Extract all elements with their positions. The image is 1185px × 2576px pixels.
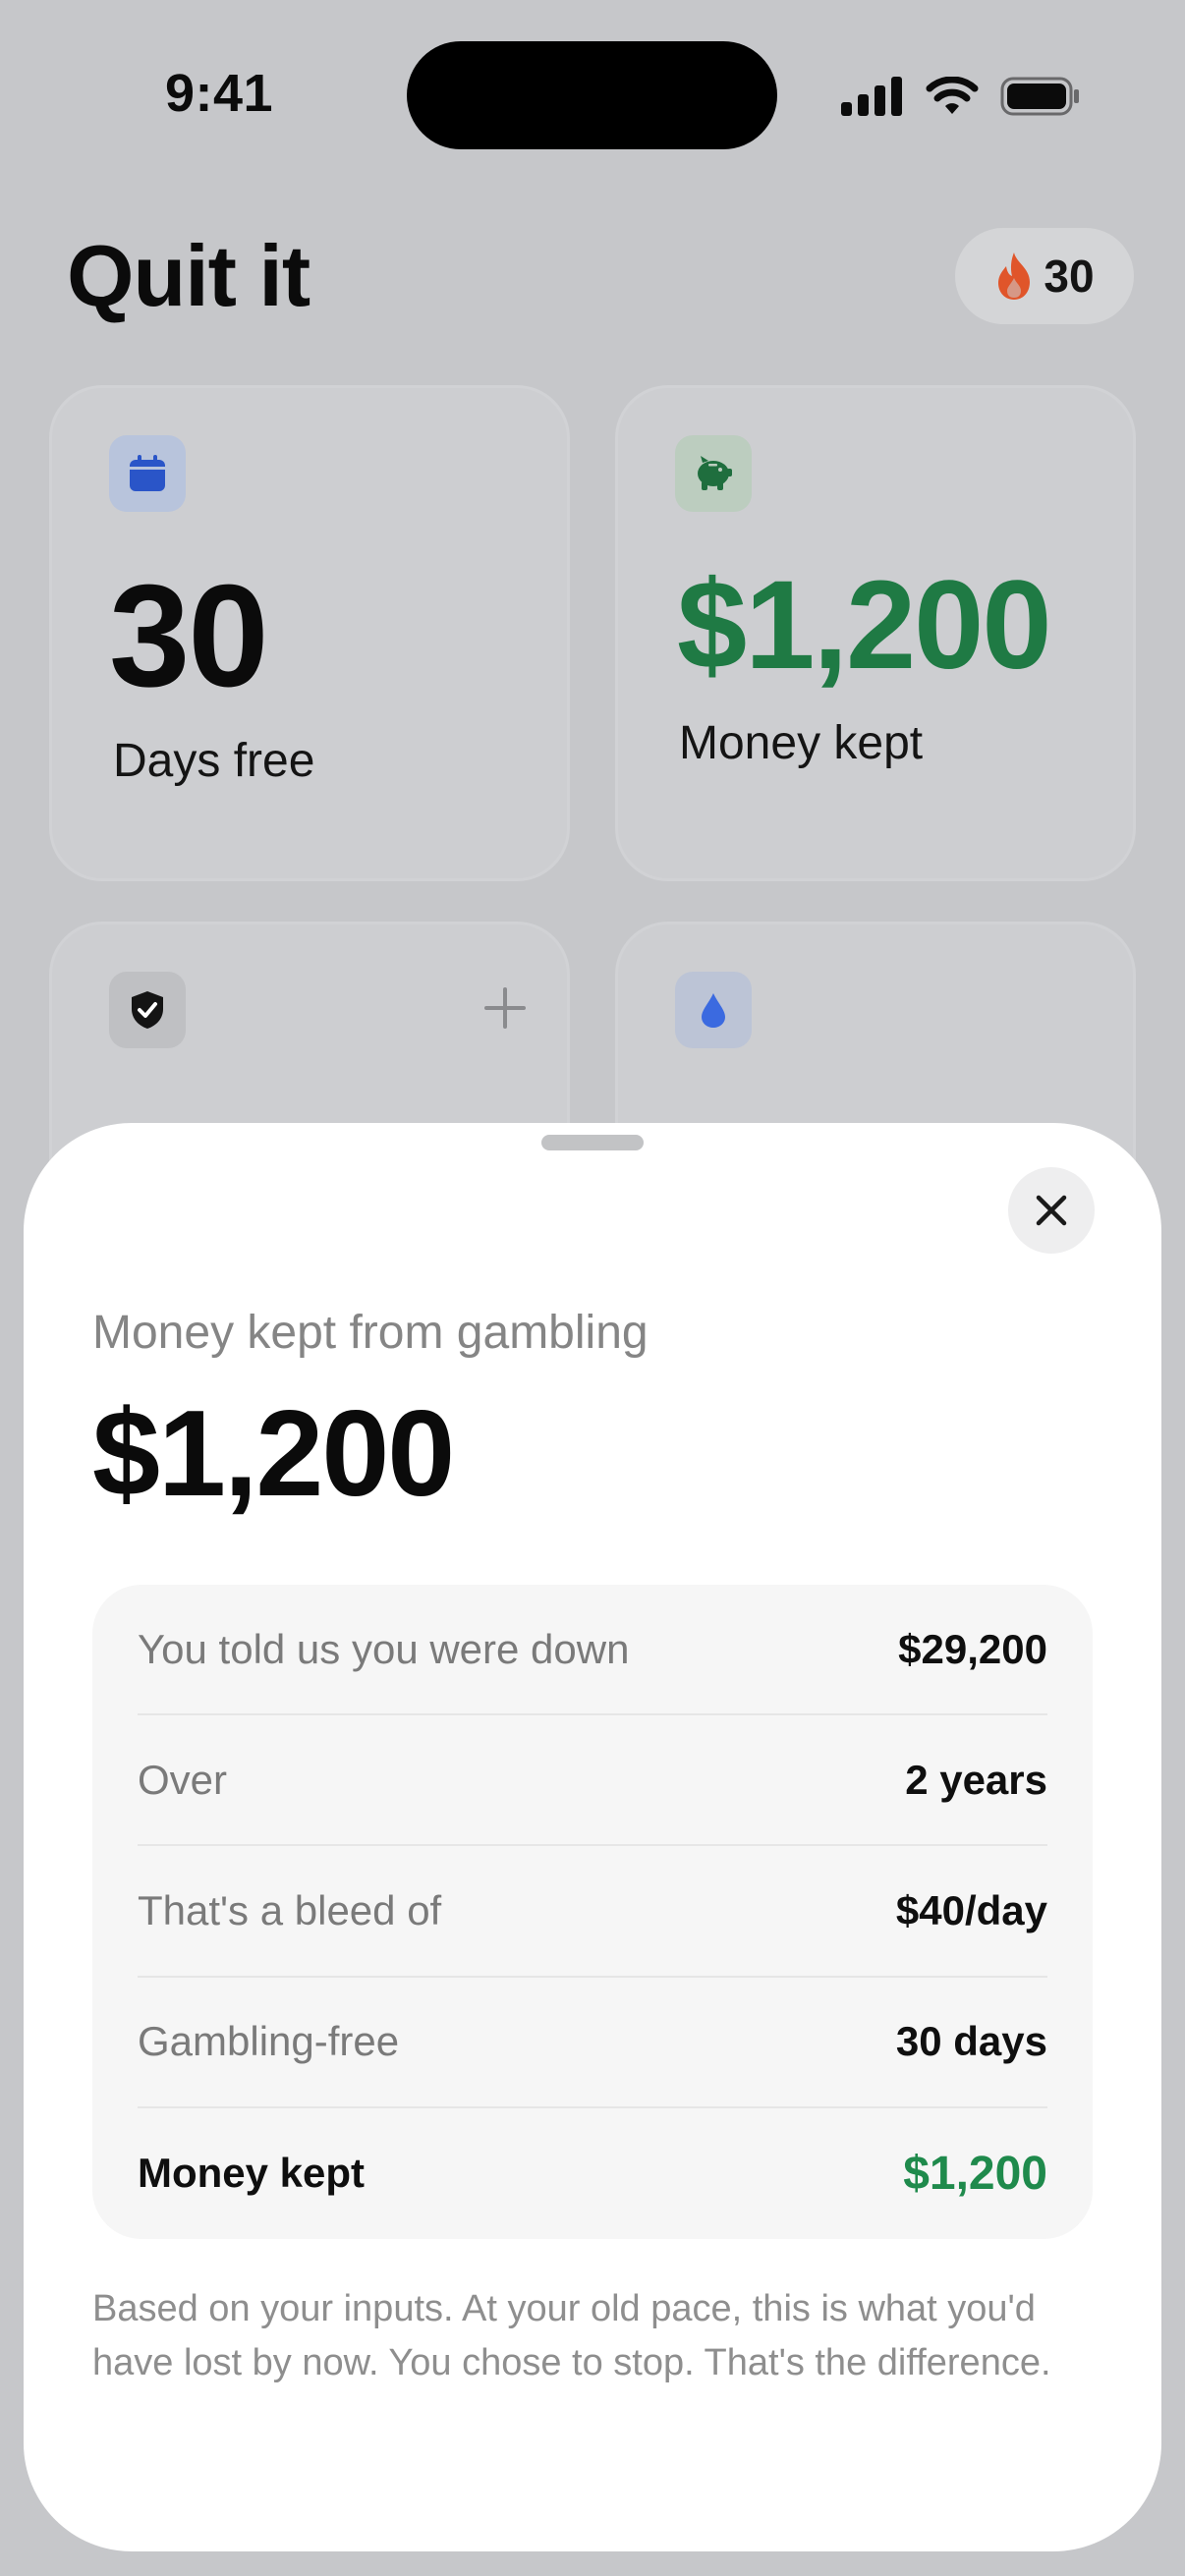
days-free-label: Days free — [113, 735, 315, 787]
calendar-icon — [130, 455, 165, 491]
row-label: That's a bleed of — [138, 1886, 442, 1933]
days-free-value: 30 — [109, 555, 269, 717]
close-button[interactable] — [1008, 1167, 1095, 1254]
status-time: 9:41 — [165, 64, 274, 123]
card-icon-wrap — [675, 972, 752, 1048]
money-kept-label: Money kept — [679, 717, 924, 769]
streak-badge[interactable]: 30 — [955, 228, 1134, 324]
row-value: 2 years — [905, 1756, 1047, 1803]
card-icon-wrap — [109, 972, 186, 1048]
shield-check-icon — [132, 991, 163, 1029]
status-icons — [841, 69, 1081, 124]
page-title: Quit it — [67, 227, 310, 324]
close-icon — [1036, 1195, 1067, 1226]
sheet-amount: $1,200 — [92, 1386, 455, 1522]
breakdown-table: You told us you were down $29,200 Over 2… — [92, 1585, 1093, 2239]
piggy-bank-icon — [698, 456, 732, 490]
money-kept-card[interactable]: $1,200 Money kept — [615, 385, 1136, 881]
row-label: Money kept — [138, 2150, 366, 2197]
days-free-card[interactable]: 30 Days free — [49, 385, 570, 881]
signal-icon — [841, 77, 902, 116]
money-kept-value: $1,200 — [677, 555, 1051, 696]
dynamic-island — [407, 41, 777, 149]
breakdown-row: Over 2 years — [138, 1715, 1047, 1847]
card-icon-wrap — [109, 435, 186, 512]
sheet-grabber[interactable] — [541, 1135, 644, 1150]
row-value: $1,200 — [903, 2147, 1047, 2200]
row-value: $29,200 — [898, 1625, 1047, 1672]
streak-count: 30 — [1044, 251, 1095, 302]
water-drop-icon — [702, 993, 725, 1028]
row-label: Over — [138, 1756, 228, 1803]
sheet-subtitle: Money kept from gambling — [92, 1307, 649, 1359]
row-label: Gambling-free — [138, 2018, 400, 2065]
row-label: You told us you were down — [138, 1625, 630, 1672]
plus-icon[interactable] — [482, 985, 528, 1031]
flame-icon — [998, 252, 1031, 300]
row-value: 30 days — [895, 2018, 1047, 2065]
wifi-icon — [926, 77, 979, 114]
breakdown-total-row: Money kept $1,200 — [138, 2108, 1047, 2239]
breakdown-row: Gambling-free 30 days — [138, 1978, 1047, 2108]
money-kept-sheet: Money kept from gambling $1,200 You told… — [24, 1123, 1161, 2551]
row-value: $40/day — [895, 1886, 1047, 1933]
breakdown-row: That's a bleed of $40/day — [138, 1846, 1047, 1978]
screen: 9:41 Quit it 30 30 Days free $1,200 Mone… — [0, 0, 1185, 2576]
footnote: Based on your inputs. At your old pace, … — [92, 2288, 1051, 2383]
battery-icon — [1000, 77, 1079, 116]
card-icon-wrap — [675, 435, 752, 512]
breakdown-row: You told us you were down $29,200 — [138, 1585, 1047, 1716]
